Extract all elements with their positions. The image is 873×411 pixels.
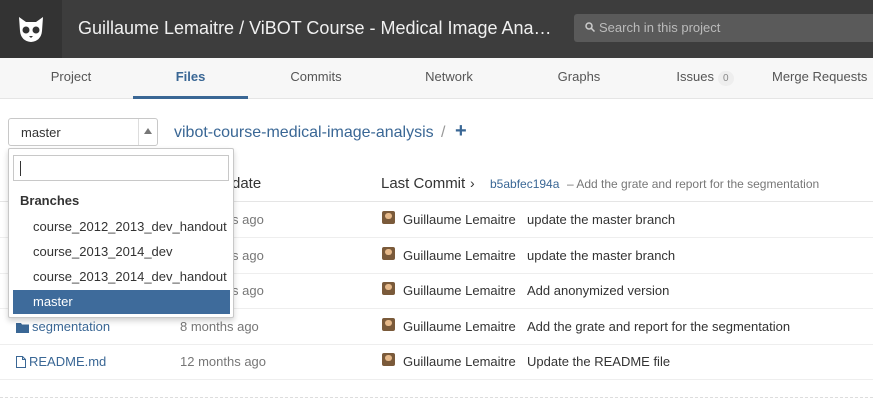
file-link[interactable]: README.md (16, 354, 106, 369)
row-age: 12 months ago (180, 354, 267, 369)
branch-option[interactable]: course_2012_2013_dev_handout (13, 215, 230, 239)
row-commit-message[interactable]: update the master branch (527, 212, 675, 227)
caret-up-icon[interactable] (138, 119, 157, 145)
issues-count-badge: 0 (718, 71, 734, 86)
gitlab-logo-icon[interactable] (0, 0, 62, 58)
project-title[interactable]: Guillaume Lemaitre / ViBOT Course - Medi… (78, 18, 552, 39)
row-commit-message[interactable]: Update the README file (527, 354, 670, 369)
col-last-commit: Last Commit (381, 175, 466, 192)
repo-path-link[interactable]: vibot-course-medical-image-analysis (174, 124, 434, 142)
branch-option[interactable]: course_2013_2014_dev (13, 240, 230, 264)
path-separator: / (441, 124, 446, 141)
folder-name: segmentation (32, 319, 111, 334)
file-icon (16, 356, 26, 368)
commit-message: – Add the grate and report for the segme… (567, 177, 820, 191)
tab-commits[interactable]: Commits (284, 58, 348, 96)
branch-filter-input[interactable] (13, 155, 229, 181)
avatar (382, 211, 395, 224)
folder-link[interactable]: segmentation (16, 319, 110, 334)
add-file-button[interactable]: + (455, 120, 467, 143)
col-last-update: date (232, 175, 262, 192)
branch-option[interactable]: course_2013_2014_dev_handout (13, 265, 230, 289)
tab-project[interactable]: Project (44, 58, 98, 96)
row-commit-message[interactable]: update the master branch (527, 248, 675, 263)
branch-option-selected[interactable]: master (13, 290, 230, 314)
chevron-right-icon: › (470, 175, 475, 191)
top-header: Guillaume Lemaitre / ViBOT Course - Medi… (0, 0, 873, 58)
avatar (382, 282, 395, 295)
tab-network[interactable]: Network (420, 58, 478, 96)
divider (0, 397, 873, 398)
avatar (382, 318, 395, 331)
search-icon (585, 22, 595, 32)
row-age: s ago (232, 248, 264, 263)
row-author[interactable]: Guillaume Lemaitre (403, 248, 516, 263)
row-author[interactable]: Guillaume Lemaitre (403, 283, 516, 298)
row-age: s ago (232, 283, 264, 298)
project-nav: Project Files Commits Network Graphs Iss… (0, 58, 873, 99)
branch-dropdown: Branches course_2012_2013_dev_handout co… (8, 148, 234, 318)
row-age: s ago (232, 212, 264, 227)
row-age: 8 months ago (180, 319, 259, 334)
branch-select-value: master (21, 125, 61, 140)
file-name: README.md (29, 354, 107, 369)
table-row: README.md 12 months ago Guillaume Lemait… (0, 344, 873, 380)
tab-files[interactable]: Files (133, 58, 248, 99)
row-author[interactable]: Guillaume Lemaitre (403, 354, 516, 369)
tab-issues-label: Issues (676, 69, 714, 84)
commit-sha-link[interactable]: b5abfec194a (490, 177, 559, 191)
avatar (382, 247, 395, 260)
search-input[interactable]: Search in this project (574, 14, 873, 42)
folder-icon (16, 323, 29, 333)
avatar (382, 353, 395, 366)
search-placeholder: Search in this project (599, 20, 721, 35)
tab-issues[interactable]: Issues 0 (670, 58, 740, 96)
row-author[interactable]: Guillaume Lemaitre (403, 212, 516, 227)
row-commit-message[interactable]: Add the grate and report for the segment… (527, 319, 790, 334)
branch-select[interactable]: master (8, 118, 158, 146)
row-author[interactable]: Guillaume Lemaitre (403, 319, 516, 334)
branches-heading: Branches (20, 193, 80, 208)
row-commit-message[interactable]: Add anonymized version (527, 283, 669, 298)
tab-graphs[interactable]: Graphs (552, 58, 606, 96)
tab-merge-requests[interactable]: Merge Requests (772, 58, 873, 96)
